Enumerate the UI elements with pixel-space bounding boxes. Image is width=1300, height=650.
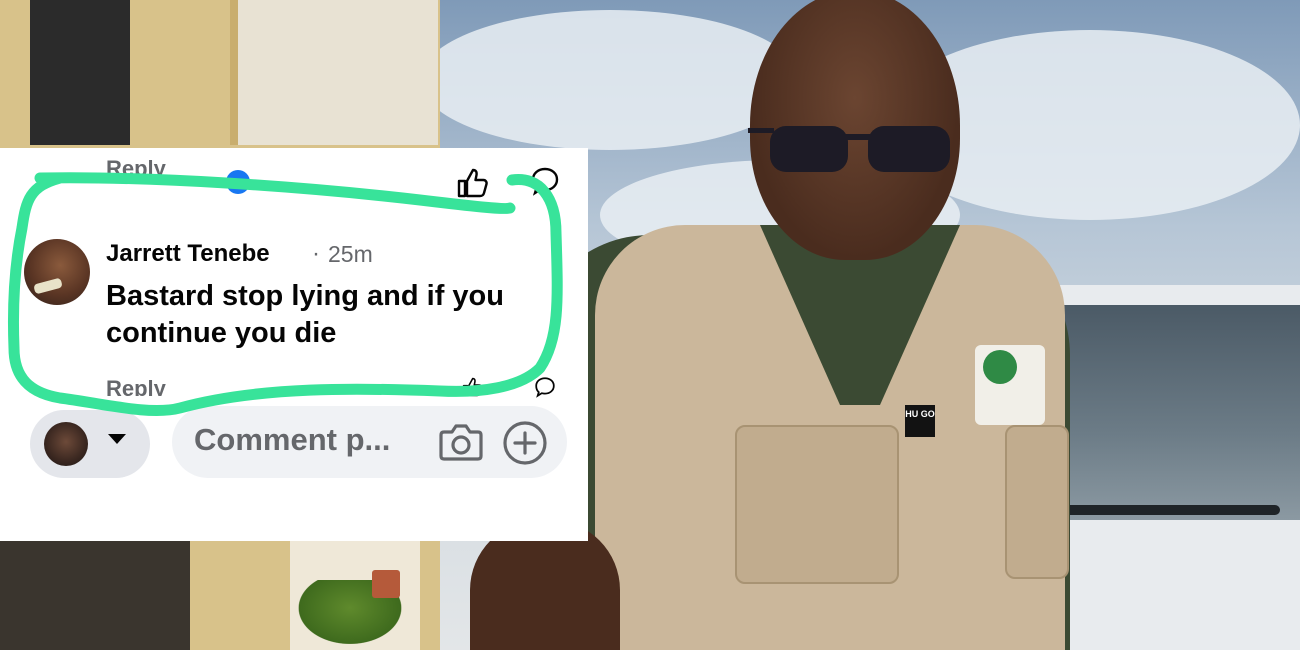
comment-input-placeholder: Comment p... — [194, 422, 391, 457]
comment-icon[interactable] — [530, 376, 560, 398]
commenter-avatar[interactable] — [24, 239, 90, 305]
badge-logo — [983, 350, 1017, 384]
comment-time[interactable]: 25m — [328, 241, 373, 268]
reaction-icon — [226, 170, 250, 194]
comment-input[interactable]: Comment p... — [172, 406, 567, 478]
comment-text: Bastard stop lying and if you continue y… — [106, 280, 504, 349]
separator: · — [312, 240, 320, 267]
reply-link[interactable]: Reply — [106, 376, 166, 396]
previous-reply-link[interactable]: Reply — [106, 156, 166, 182]
like-icon[interactable] — [455, 376, 489, 398]
camera-icon[interactable] — [438, 420, 484, 464]
author-picker[interactable] — [30, 410, 150, 478]
chevron-down-icon — [108, 434, 126, 444]
user-avatar — [44, 422, 88, 466]
plus-icon[interactable] — [502, 420, 548, 466]
like-icon[interactable] — [455, 166, 489, 200]
shirt-label: HU GO — [905, 405, 935, 437]
comment-card: Reply Jarrett Tenebe · 25m Bastard stop … — [0, 148, 588, 541]
sunglasses — [748, 126, 950, 172]
comment-icon[interactable] — [530, 166, 560, 196]
comment-author[interactable]: Jarrett Tenebe — [106, 240, 270, 268]
